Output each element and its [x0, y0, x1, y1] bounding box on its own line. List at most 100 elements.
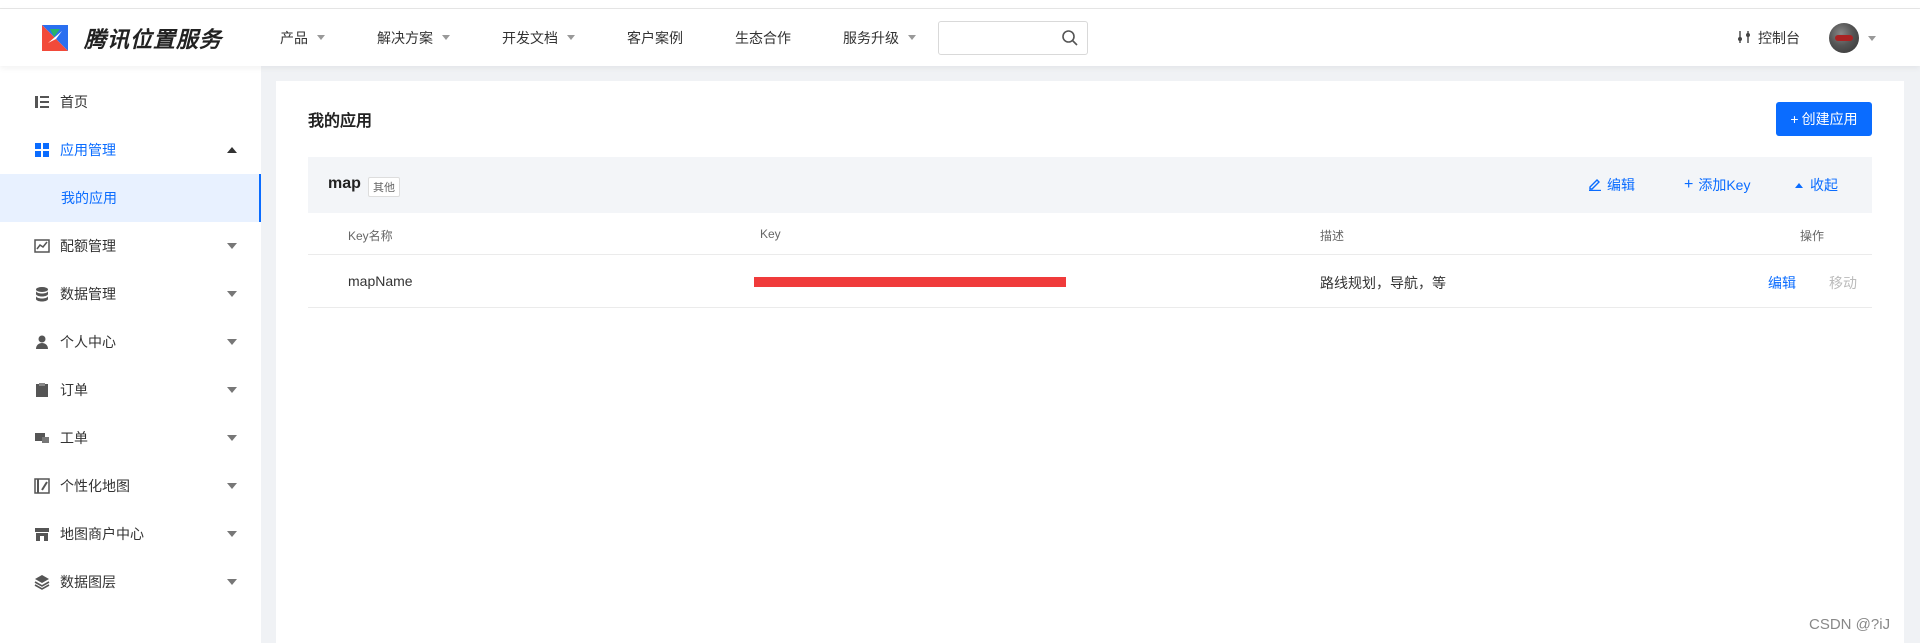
- app-card-header: map 其他 编辑 + 添加Key 收起: [308, 157, 1872, 213]
- sidebar-item-label: 数据图层: [60, 574, 116, 590]
- nav-label: 生态合作: [735, 29, 791, 46]
- plus-icon: +: [1684, 176, 1694, 193]
- sidebar-item-tickets[interactable]: 工单: [0, 414, 261, 462]
- app-category-tag: 其他: [368, 177, 400, 197]
- main-panel: 我的应用 + 创建应用 map 其他 编辑 + 添加Key 收起 Key名称 K…: [276, 81, 1904, 643]
- nav-label: 解决方案: [377, 29, 433, 46]
- chevron-down-icon: [227, 531, 237, 537]
- sidebar-item-app-management[interactable]: 应用管理: [0, 126, 261, 174]
- clipboard-icon: [34, 382, 50, 398]
- main-nav: 产品 解决方案 开发文档 客户案例 生态合作 服务升级: [280, 9, 968, 66]
- sidebar-item-profile[interactable]: 个人中心: [0, 318, 261, 366]
- nav-upgrade[interactable]: 服务升级: [843, 28, 916, 48]
- add-key-label: 添加Key: [1698, 177, 1751, 193]
- column-header-key-name: Key名称: [348, 229, 393, 243]
- caret-up-icon: [1795, 182, 1803, 188]
- chevron-down-icon: [227, 291, 237, 297]
- brand-logo[interactable]: 腾讯位置服务: [38, 21, 222, 55]
- search-box: [938, 21, 1088, 55]
- app-card: map 其他 编辑 + 添加Key 收起 Key名称 Key 描述 操作 map…: [308, 157, 1872, 308]
- plus-icon: +: [1790, 111, 1799, 127]
- sidebar-item-merchant[interactable]: 地图商户中心: [0, 510, 261, 558]
- user-menu[interactable]: [1829, 23, 1876, 53]
- chevron-down-icon: [442, 35, 450, 40]
- sliders-icon: [1737, 30, 1751, 47]
- nav-products[interactable]: 产品: [280, 28, 325, 48]
- grid-icon: [34, 142, 50, 158]
- chevron-down-icon: [908, 35, 916, 40]
- sidebar-item-label: 我的应用: [61, 190, 117, 206]
- nav-solutions[interactable]: 解决方案: [377, 28, 450, 48]
- layers-icon: [34, 574, 50, 590]
- user-icon: [34, 334, 50, 350]
- database-icon: [34, 286, 50, 302]
- create-app-button[interactable]: + 创建应用: [1776, 102, 1872, 136]
- sidebar-item-my-apps[interactable]: 我的应用: [0, 174, 261, 222]
- nav-ecosystem[interactable]: 生态合作: [735, 28, 791, 48]
- add-key-button[interactable]: + 添加Key: [1684, 175, 1750, 195]
- table-header-row: Key名称 Key 描述 操作: [308, 213, 1872, 255]
- store-icon: [34, 526, 50, 542]
- nav-docs[interactable]: 开发文档: [502, 28, 575, 48]
- row-move-link[interactable]: 移动: [1829, 273, 1857, 293]
- search-input[interactable]: [939, 22, 1049, 54]
- sidebar-item-label: 订单: [60, 382, 88, 398]
- chevron-down-icon: [227, 579, 237, 585]
- map-style-icon: [34, 478, 50, 494]
- brand-name: 腾讯位置服务: [84, 27, 223, 52]
- top-header: 腾讯位置服务 产品 解决方案 开发文档 客户案例 生态合作 服务升级 控制台: [0, 9, 1920, 66]
- pencil-icon: [1588, 177, 1602, 194]
- list-icon: [34, 94, 50, 110]
- sidebar-item-home[interactable]: 首页: [0, 78, 261, 126]
- column-header-description: 描述: [1320, 229, 1345, 243]
- console-link[interactable]: 控制台: [1737, 28, 1800, 48]
- chevron-down-icon: [1868, 35, 1876, 41]
- chevron-down-icon: [227, 243, 237, 249]
- chart-icon: [34, 238, 50, 254]
- create-app-label: 创建应用: [1801, 111, 1858, 127]
- sidebar-item-label: 首页: [60, 94, 88, 110]
- ticket-icon: [34, 430, 50, 446]
- sidebar-item-label: 个人中心: [60, 334, 116, 350]
- console-label: 控制台: [1758, 30, 1800, 46]
- sidebar-item-custom-map[interactable]: 个性化地图: [0, 462, 261, 510]
- sidebar-item-label: 配额管理: [60, 238, 116, 254]
- row-edit-link[interactable]: 编辑: [1768, 273, 1796, 293]
- edit-label: 编辑: [1607, 177, 1635, 193]
- column-header-key: Key: [760, 227, 781, 241]
- sidebar-item-data-layers[interactable]: 数据图层: [0, 558, 261, 606]
- sidebar-item-data[interactable]: 数据管理: [0, 270, 261, 318]
- nav-label: 客户案例: [627, 29, 683, 46]
- collapse-button[interactable]: 收起: [1795, 175, 1838, 195]
- nav-label: 服务升级: [843, 29, 899, 46]
- chevron-down-icon: [567, 35, 575, 40]
- sidebar: 首页 应用管理 我的应用 配额管理 数据管理 个人中心 订单 工单 个性化地图: [0, 66, 261, 643]
- chevron-down-icon: [317, 35, 325, 40]
- sidebar-item-label: 应用管理: [60, 142, 116, 158]
- column-header-actions: 操作: [1800, 229, 1825, 243]
- chevron-down-icon: [227, 483, 237, 489]
- compass-logo-icon: [38, 21, 72, 55]
- nav-cases[interactable]: 客户案例: [627, 28, 683, 48]
- description-cell: 路线规划，导航，等: [1320, 275, 1446, 291]
- key-name-cell: mapName: [348, 273, 413, 289]
- collapse-label: 收起: [1810, 177, 1838, 193]
- chevron-up-icon: [227, 147, 237, 153]
- sidebar-item-label: 地图商户中心: [60, 526, 144, 542]
- chevron-down-icon: [227, 387, 237, 393]
- page-title: 我的应用: [308, 113, 373, 130]
- nav-label: 开发文档: [502, 29, 558, 46]
- app-name: map: [328, 175, 361, 192]
- sidebar-item-orders[interactable]: 订单: [0, 366, 261, 414]
- table-row: mapName 路线规划，导航，等 编辑 移动: [308, 255, 1872, 308]
- sidebar-item-quota[interactable]: 配额管理: [0, 222, 261, 270]
- chevron-down-icon: [227, 339, 237, 345]
- search-icon[interactable]: [1061, 29, 1079, 50]
- nav-label: 产品: [280, 29, 308, 46]
- edit-app-button[interactable]: 编辑: [1588, 175, 1635, 195]
- sidebar-item-label: 工单: [60, 430, 88, 446]
- sidebar-item-label: 个性化地图: [60, 478, 130, 494]
- chevron-down-icon: [227, 435, 237, 441]
- avatar: [1829, 23, 1859, 53]
- top-strip: [0, 0, 1920, 9]
